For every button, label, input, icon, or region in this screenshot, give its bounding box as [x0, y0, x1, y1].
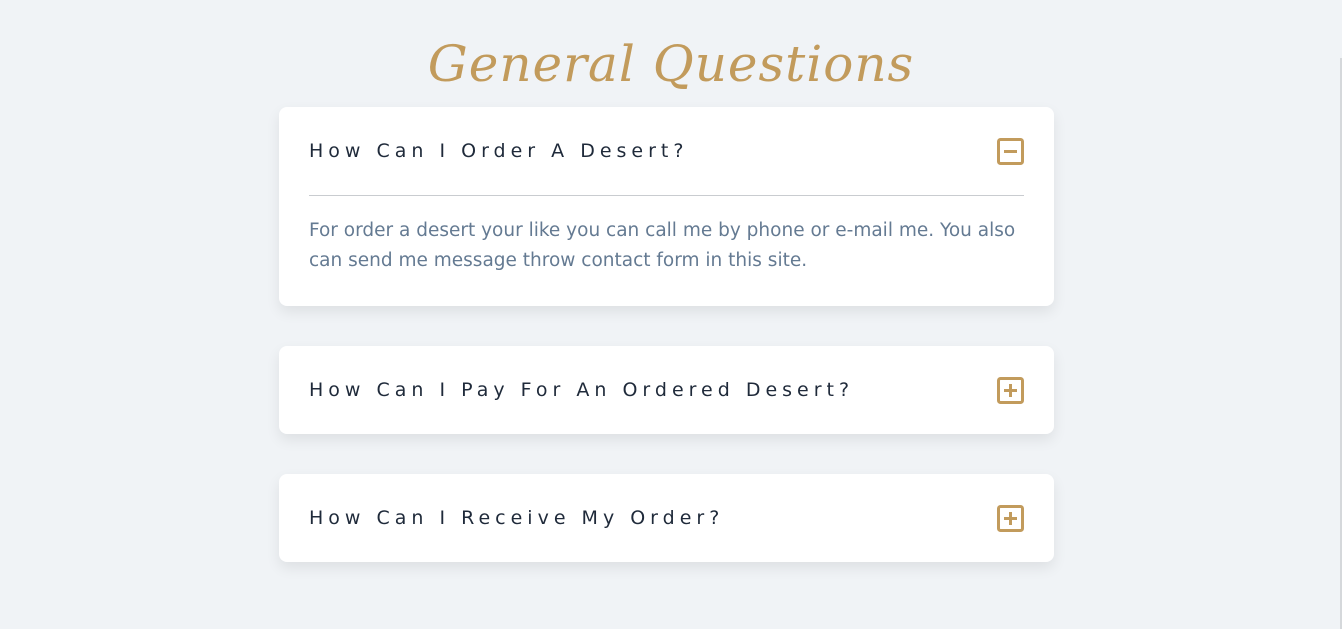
faq-item-payment: How Can I Pay For An Ordered Desert?: [279, 346, 1054, 434]
faq-question-text: How Can I Receive My Order?: [309, 507, 725, 529]
faq-question-header[interactable]: How Can I Order A Desert?: [309, 107, 1024, 195]
faq-item-receive: How Can I Receive My Order?: [279, 474, 1054, 562]
faq-question-text: How Can I Pay For An Ordered Desert?: [309, 379, 855, 401]
plus-square-icon[interactable]: [997, 376, 1024, 404]
faq-item-order: How Can I Order A Desert? For order a de…: [279, 107, 1054, 306]
faq-question-text: How Can I Order A Desert?: [309, 140, 689, 162]
faq-divider: [309, 195, 1024, 196]
faq-answer-text: For order a desert your like you can cal…: [309, 220, 1016, 271]
page-title: General Questions: [427, 35, 915, 93]
faq-question-header[interactable]: How Can I Receive My Order?: [309, 474, 1024, 562]
minus-square-icon[interactable]: [997, 137, 1024, 165]
faq-question-header[interactable]: How Can I Pay For An Ordered Desert?: [309, 346, 1024, 434]
plus-square-icon[interactable]: [997, 504, 1024, 532]
